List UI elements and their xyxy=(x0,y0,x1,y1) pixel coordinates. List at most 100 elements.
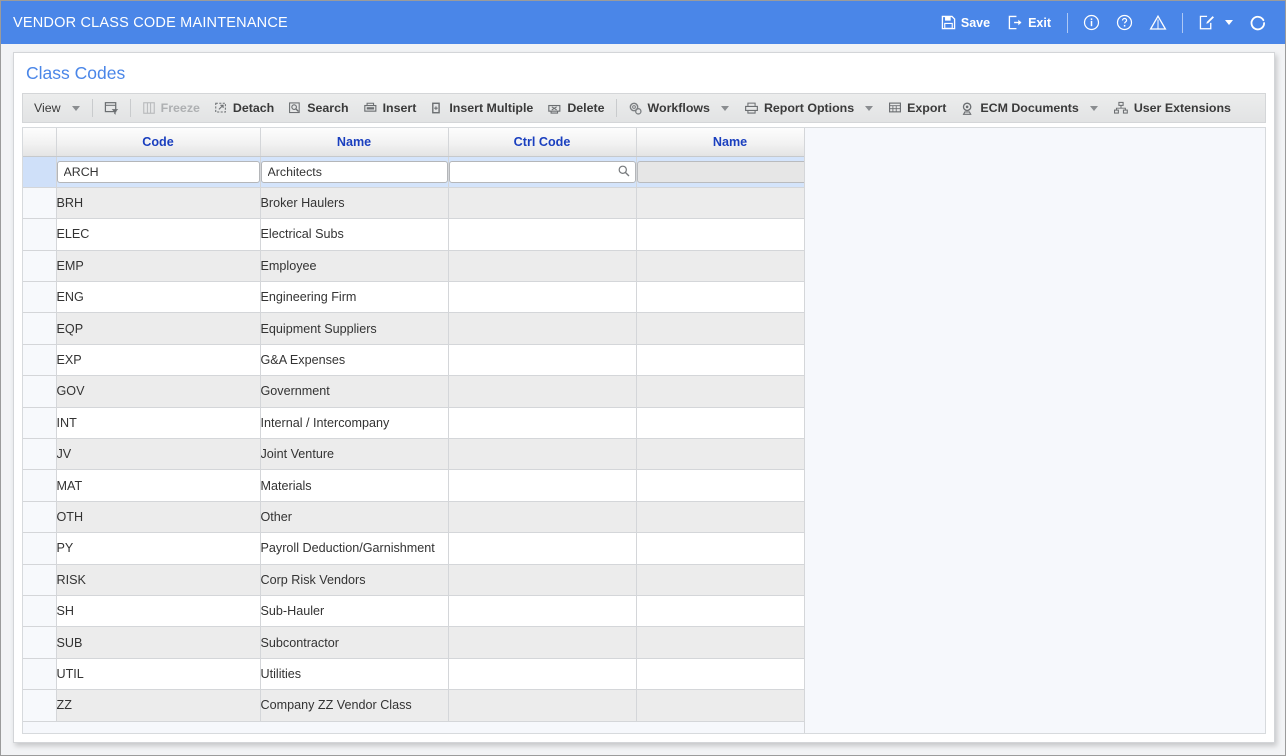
cell-ctrl-name[interactable] xyxy=(636,595,825,628)
magnifier-lov-icon[interactable] xyxy=(617,164,631,178)
cell-ctrl-name[interactable] xyxy=(636,532,825,565)
row-selector[interactable] xyxy=(23,312,57,345)
row-selector[interactable] xyxy=(23,407,57,440)
cell-code[interactable]: SH xyxy=(56,595,261,628)
cell-ctrl-code[interactable] xyxy=(448,532,637,565)
row-selector[interactable] xyxy=(23,281,57,314)
cell-code[interactable]: SUB xyxy=(56,626,261,659)
cell-ctrl-code[interactable] xyxy=(448,218,637,251)
table-row[interactable]: JV Joint Venture xyxy=(23,438,825,471)
workflows-button[interactable]: Workflows xyxy=(621,98,717,119)
query-filter-button[interactable] xyxy=(97,98,126,119)
cell-code[interactable]: UTIL xyxy=(56,658,261,691)
cell-ctrl-code[interactable] xyxy=(448,564,637,596)
cell-code[interactable]: BRH xyxy=(56,187,261,220)
cell-name[interactable]: Corp Risk Vendors xyxy=(260,564,449,596)
column-header-name[interactable]: Name xyxy=(260,128,449,157)
row-selector[interactable] xyxy=(23,595,57,628)
cell-ctrl-name[interactable] xyxy=(636,438,825,471)
row-selector[interactable] xyxy=(23,375,57,408)
cell-ctrl-name[interactable] xyxy=(636,689,825,722)
cell-code[interactable]: EMP xyxy=(56,250,261,283)
row-selector[interactable] xyxy=(23,689,57,722)
view-dropdown-caret-icon[interactable] xyxy=(71,105,80,111)
cell-ctrl-name[interactable] xyxy=(636,218,825,251)
view-menu-button[interactable]: View xyxy=(27,98,68,118)
cell-name[interactable]: G&A Expenses xyxy=(260,344,449,377)
column-header-code[interactable]: Code xyxy=(56,128,261,157)
cell-name[interactable]: Materials xyxy=(260,469,449,502)
cell-name[interactable]: Employee xyxy=(260,250,449,283)
cell-name[interactable]: Sub-Hauler xyxy=(260,595,449,628)
export-button[interactable]: Export xyxy=(881,98,953,118)
ecm-documents-button[interactable]: ECM Documents xyxy=(953,98,1085,119)
cell-ctrl-code[interactable] xyxy=(448,501,637,534)
refresh-button[interactable] xyxy=(1241,10,1275,36)
row-selector[interactable] xyxy=(23,438,57,471)
cell-ctrl-code[interactable] xyxy=(448,658,637,691)
cell-name[interactable]: Equipment Suppliers xyxy=(260,312,449,345)
exit-button[interactable]: Exit xyxy=(999,11,1060,34)
row-selector[interactable] xyxy=(23,658,57,691)
cell-name[interactable]: Internal / Intercompany xyxy=(260,407,449,440)
cell-name[interactable]: Broker Haulers xyxy=(260,187,449,220)
cell-name[interactable]: Payroll Deduction/Garnishment xyxy=(260,532,449,565)
cell-code[interactable]: GOV xyxy=(56,375,261,408)
cell-name[interactable]: Electrical Subs xyxy=(260,218,449,251)
cell-ctrl-code[interactable] xyxy=(448,626,637,659)
cell-ctrl-name[interactable] xyxy=(636,564,825,596)
table-row[interactable]: UTIL Utilities xyxy=(23,658,825,691)
cell-name[interactable]: Utilities xyxy=(260,658,449,691)
cell-name[interactable]: Government xyxy=(260,375,449,408)
search-button[interactable]: Search xyxy=(281,98,355,118)
column-header-ctrl-code[interactable]: Ctrl Code xyxy=(448,128,637,157)
info-button[interactable] xyxy=(1075,10,1108,35)
workflows-dropdown-caret-icon[interactable] xyxy=(720,105,729,111)
cell-name[interactable]: Subcontractor xyxy=(260,626,449,659)
row-selector[interactable] xyxy=(23,564,57,596)
row-selector[interactable] xyxy=(23,156,57,188)
notes-dropdown-caret-icon[interactable] xyxy=(1225,20,1233,25)
cell-ctrl-name[interactable] xyxy=(636,501,825,534)
cell-ctrl-code[interactable] xyxy=(448,595,637,628)
table-row[interactable]: EXP G&A Expenses xyxy=(23,344,825,377)
cell-ctrl-name[interactable] xyxy=(636,407,825,440)
cell-ctrl-code[interactable] xyxy=(448,438,637,471)
cell-ctrl-code[interactable] xyxy=(448,281,637,314)
cell-ctrl-name[interactable] xyxy=(636,250,825,283)
report-options-button[interactable]: Report Options xyxy=(737,98,861,118)
table-row[interactable]: SUB Subcontractor xyxy=(23,626,825,659)
save-button[interactable]: Save xyxy=(932,11,999,34)
cell-ctrl-name[interactable] xyxy=(636,626,825,659)
cell-ctrl-name[interactable] xyxy=(636,344,825,377)
report-options-dropdown-caret-icon[interactable] xyxy=(865,105,874,111)
row-selector[interactable] xyxy=(23,501,57,534)
detach-button[interactable]: Detach xyxy=(207,98,281,118)
cell-ctrl-code[interactable] xyxy=(448,469,637,502)
cell-code[interactable]: EXP xyxy=(56,344,261,377)
row-selector[interactable] xyxy=(23,187,57,220)
row-selector[interactable] xyxy=(23,344,57,377)
cell-code[interactable]: MAT xyxy=(56,469,261,502)
ctrl-code-input[interactable] xyxy=(448,160,636,183)
cell-ctrl-code[interactable] xyxy=(448,187,637,220)
code-input[interactable] xyxy=(56,160,260,183)
cell-code[interactable]: ELEC xyxy=(56,218,261,251)
cell-code[interactable]: JV xyxy=(56,438,261,471)
warning-button[interactable] xyxy=(1141,10,1175,35)
table-row[interactable]: PY Payroll Deduction/Garnishment xyxy=(23,532,825,565)
cell-ctrl-name[interactable] xyxy=(636,187,825,220)
row-selector[interactable] xyxy=(23,626,57,659)
cell-code[interactable]: RISK xyxy=(56,564,261,596)
delete-button[interactable]: Delete xyxy=(540,98,611,118)
table-row[interactable]: ENG Engineering Firm xyxy=(23,281,825,314)
cell-name[interactable]: Joint Venture xyxy=(260,438,449,471)
table-row[interactable]: INT Internal / Intercompany xyxy=(23,407,825,440)
table-row[interactable]: MAT Materials xyxy=(23,469,825,502)
cell-name[interactable]: Other xyxy=(260,501,449,534)
freeze-button[interactable]: Freeze xyxy=(135,98,207,118)
table-row-selected[interactable] xyxy=(23,156,825,188)
table-row[interactable]: ZZ Company ZZ Vendor Class xyxy=(23,689,825,722)
cell-name[interactable]: Company ZZ Vendor Class xyxy=(260,689,449,722)
cell-code[interactable]: PY xyxy=(56,532,261,565)
